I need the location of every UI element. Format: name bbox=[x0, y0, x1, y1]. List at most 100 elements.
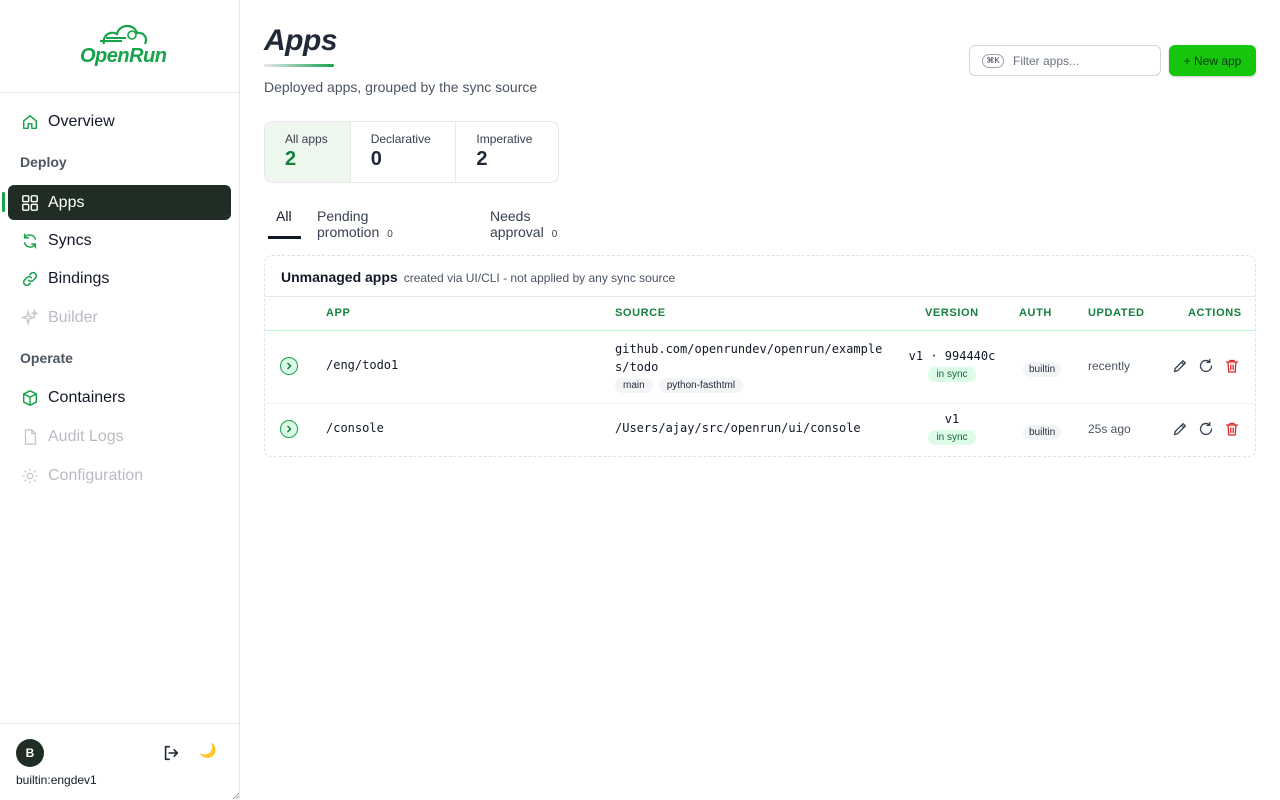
tab-needs-approval[interactable]: Needs approval 0 bbox=[490, 208, 558, 240]
sidebar-item-overview[interactable]: Overview bbox=[8, 104, 231, 139]
status-badge: in sync bbox=[928, 430, 976, 445]
sidebar-footer: B 🌙 builtin:engdev1 bbox=[0, 723, 240, 800]
username: builtin:engdev1 bbox=[16, 773, 97, 787]
refresh-icon bbox=[20, 231, 40, 251]
tab-label: Needs approval bbox=[490, 208, 544, 240]
sidebar-item-label: Syncs bbox=[48, 231, 92, 249]
edit-icon[interactable] bbox=[1172, 421, 1188, 437]
tab-label: All bbox=[276, 208, 292, 224]
delete-icon[interactable] bbox=[1224, 358, 1240, 374]
auth-cell: builtin bbox=[1023, 361, 1062, 377]
app-version: v1 · 994440c in sync bbox=[905, 349, 999, 382]
app-version: v1 in sync bbox=[905, 412, 999, 445]
sparkles-icon bbox=[20, 308, 40, 328]
stat-all-apps[interactable]: All apps 2 bbox=[265, 122, 351, 182]
sidebar-item-audit-logs: Audit Logs bbox=[8, 419, 231, 454]
filter-apps-input[interactable] bbox=[1013, 53, 1143, 68]
sidebar-item-builder: Builder bbox=[8, 300, 231, 335]
app-path[interactable]: /eng/todo1 bbox=[326, 358, 398, 372]
stat-value: 2 bbox=[476, 148, 488, 170]
delete-icon[interactable] bbox=[1224, 421, 1240, 437]
auth-badge: builtin bbox=[1023, 362, 1062, 377]
grid-icon bbox=[20, 193, 40, 213]
stat-value: 0 bbox=[370, 148, 382, 170]
dark-mode-toggle-icon[interactable]: 🌙 bbox=[199, 742, 216, 759]
column-header-version[interactable]: VERSION bbox=[925, 307, 979, 319]
gear-icon bbox=[20, 466, 40, 486]
unmanaged-apps-panel: Unmanaged apps created via UI/CLI - not a… bbox=[264, 255, 1256, 457]
stats-bar: All apps 2 Declarative 0 Imperative 2 bbox=[264, 121, 559, 183]
refresh-icon[interactable] bbox=[1198, 358, 1214, 374]
link-icon bbox=[20, 269, 40, 289]
edit-icon[interactable] bbox=[1172, 358, 1188, 374]
stat-label: Declarative bbox=[370, 132, 431, 146]
app-source: /Users/ajay/src/openrun/ui/console bbox=[615, 421, 861, 435]
panel-title: Unmanaged apps created via UI/CLI - not a… bbox=[281, 269, 675, 285]
panel-note: created via UI/CLI - not applied by any … bbox=[403, 271, 676, 285]
tab-pending-promotion[interactable]: Pending promotion 0 bbox=[317, 208, 393, 240]
logo[interactable]: OpenRun bbox=[0, 0, 240, 93]
header-divider bbox=[265, 330, 1255, 331]
sidebar-item-label: Configuration bbox=[48, 466, 144, 484]
document-icon bbox=[20, 427, 40, 447]
sidebar-item-label: Overview bbox=[48, 112, 115, 130]
divider bbox=[265, 296, 1255, 297]
logout-icon[interactable] bbox=[162, 744, 180, 762]
panel-title-text: Unmanaged apps bbox=[281, 269, 398, 285]
search-box[interactable]: ⌘K bbox=[969, 45, 1161, 76]
version-text: v1 bbox=[944, 412, 960, 426]
sidebar: OpenRun Overview Deploy Apps Syncs Bindi… bbox=[0, 0, 240, 800]
box-icon bbox=[20, 388, 40, 408]
stat-label: All apps bbox=[285, 132, 328, 146]
app-path[interactable]: /console bbox=[326, 421, 384, 435]
sidebar-item-apps[interactable]: Apps bbox=[8, 185, 231, 220]
tab-all[interactable]: All bbox=[268, 208, 301, 239]
tab-count: 0 bbox=[387, 229, 393, 240]
resize-handle-icon[interactable] bbox=[230, 790, 240, 800]
sidebar-item-label: Audit Logs bbox=[48, 427, 124, 445]
expand-row-icon[interactable] bbox=[280, 420, 298, 438]
stat-value: 2 bbox=[285, 148, 297, 170]
auth-badge: builtin bbox=[1023, 425, 1062, 440]
page-title: Apps bbox=[264, 24, 338, 57]
source-tags: main python-fasthtml bbox=[615, 377, 749, 393]
tab-label: Pending promotion bbox=[317, 208, 380, 240]
tag-chip: main bbox=[615, 378, 653, 393]
sidebar-item-label: Apps bbox=[48, 193, 85, 211]
section-operate: Operate bbox=[20, 350, 73, 366]
title-underline bbox=[264, 64, 334, 67]
source-line: s/todo bbox=[615, 360, 659, 374]
sidebar-item-label: Bindings bbox=[48, 269, 110, 287]
tab-count: 0 bbox=[551, 229, 558, 240]
column-header-updated[interactable]: UPDATED bbox=[1088, 307, 1145, 319]
sidebar-item-containers[interactable]: Containers bbox=[8, 380, 231, 415]
column-header-auth[interactable]: AUTH bbox=[1019, 307, 1052, 319]
updated-time: recently bbox=[1088, 359, 1131, 373]
stat-imperative[interactable]: Imperative 2 bbox=[456, 122, 558, 182]
new-app-button[interactable]: + New app bbox=[1169, 45, 1256, 76]
sidebar-item-configuration: Configuration bbox=[8, 458, 231, 493]
stat-declarative[interactable]: Declarative 0 bbox=[351, 122, 457, 182]
column-header-app[interactable]: APP bbox=[326, 307, 350, 319]
sidebar-item-bindings[interactable]: Bindings bbox=[8, 261, 231, 296]
page-subtitle: Deployed apps, grouped by the sync sourc… bbox=[264, 79, 538, 95]
updated-time: 25s ago bbox=[1088, 422, 1131, 436]
home-icon bbox=[20, 112, 40, 132]
sidebar-item-label: Builder bbox=[48, 308, 98, 326]
sidebar-item-syncs[interactable]: Syncs bbox=[8, 223, 231, 258]
stat-label: Imperative bbox=[476, 132, 533, 146]
status-badge: in sync bbox=[928, 367, 976, 382]
avatar[interactable]: B bbox=[16, 739, 44, 767]
shortcut-badge: ⌘K bbox=[982, 53, 1004, 68]
section-deploy: Deploy bbox=[20, 154, 67, 170]
source-line: github.com/openrundev/openrun/example bbox=[615, 342, 883, 356]
version-text: v1 · 994440c bbox=[908, 349, 996, 363]
auth-cell: builtin bbox=[1023, 424, 1062, 440]
column-header-actions: ACTIONS bbox=[1188, 307, 1242, 319]
app-source: github.com/openrundev/openrun/example s/… bbox=[615, 340, 882, 376]
column-header-source[interactable]: SOURCE bbox=[615, 307, 666, 319]
active-indicator bbox=[2, 192, 5, 212]
sidebar-item-label: Containers bbox=[48, 388, 126, 406]
refresh-icon[interactable] bbox=[1198, 421, 1214, 437]
expand-row-icon[interactable] bbox=[280, 357, 298, 375]
